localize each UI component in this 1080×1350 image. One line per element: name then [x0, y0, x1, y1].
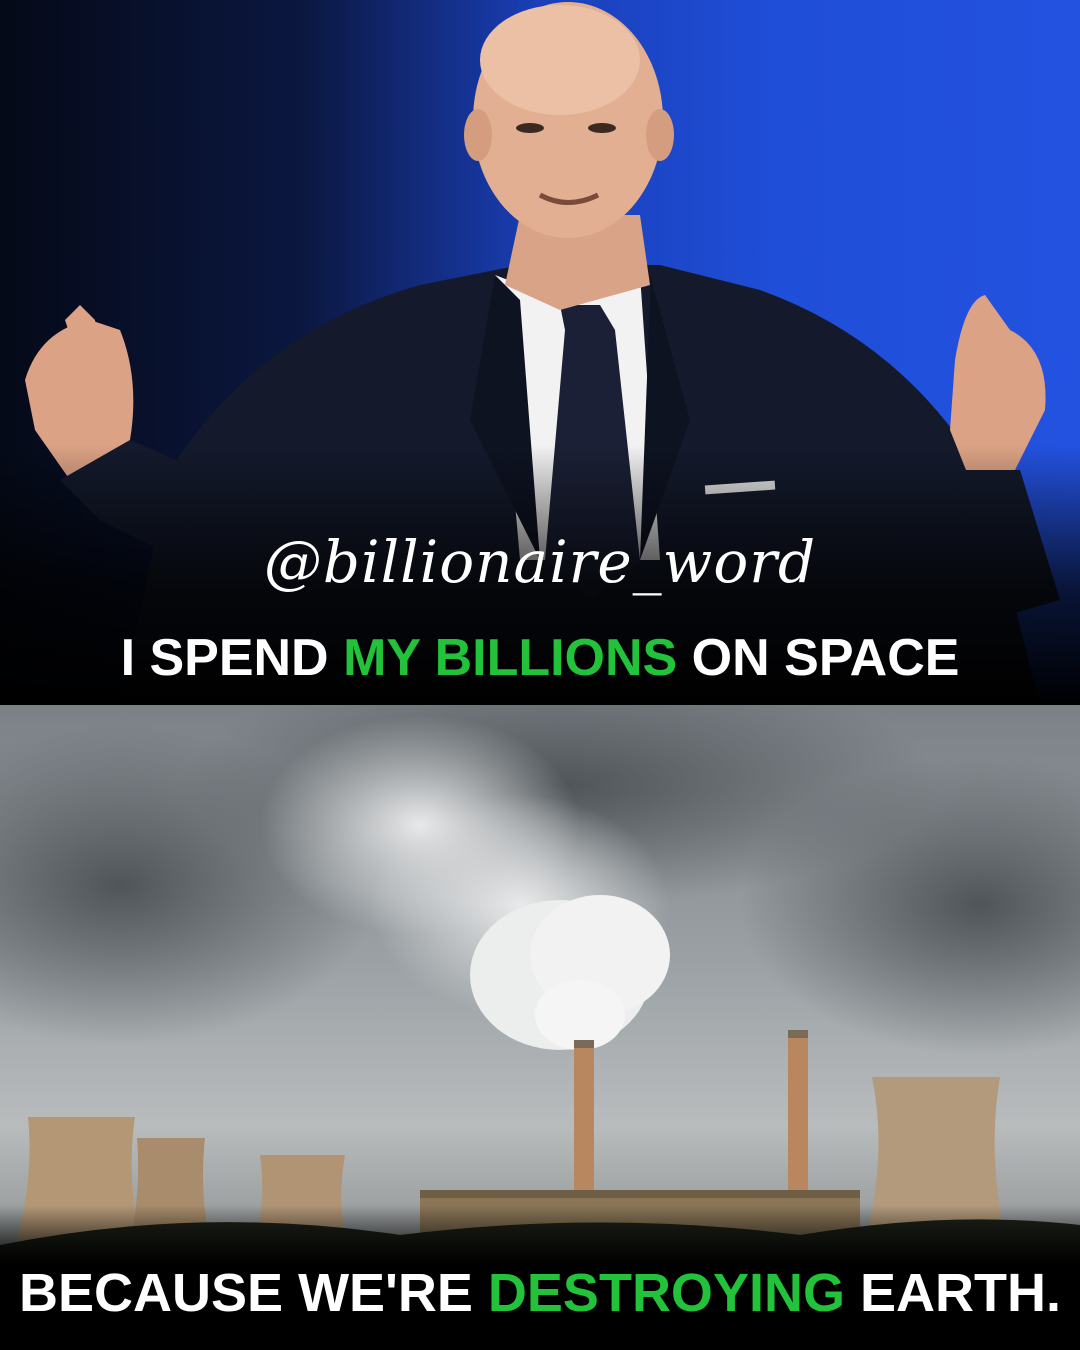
- caption-top: I SPEND MY BILLIONS ON SPACE: [0, 628, 1080, 688]
- caption-bottom-highlight: DESTROYING: [487, 1263, 845, 1323]
- caption-bottom: BECAUSE WE'RE DESTROYING EARTH.: [0, 1262, 1080, 1324]
- meme-post: @billionaire_word I SPEND MY BILLIONS ON…: [0, 0, 1080, 1350]
- man-in-suit-photo: [0, 0, 1080, 705]
- account-watermark: @billionaire_word: [263, 528, 817, 596]
- caption-top-after: ON SPACE: [677, 629, 960, 687]
- caption-bottom-before: BECAUSE WE'RE: [19, 1263, 488, 1323]
- power-plant-illustration: [0, 705, 1080, 1265]
- caption-bottom-after: EARTH.: [844, 1263, 1061, 1323]
- photo-gradient-overlay: [0, 1205, 1080, 1265]
- caption-top-before: I SPEND: [120, 629, 344, 687]
- caption-top-highlight: MY BILLIONS: [343, 629, 678, 687]
- power-plant-photo: [0, 705, 1080, 1265]
